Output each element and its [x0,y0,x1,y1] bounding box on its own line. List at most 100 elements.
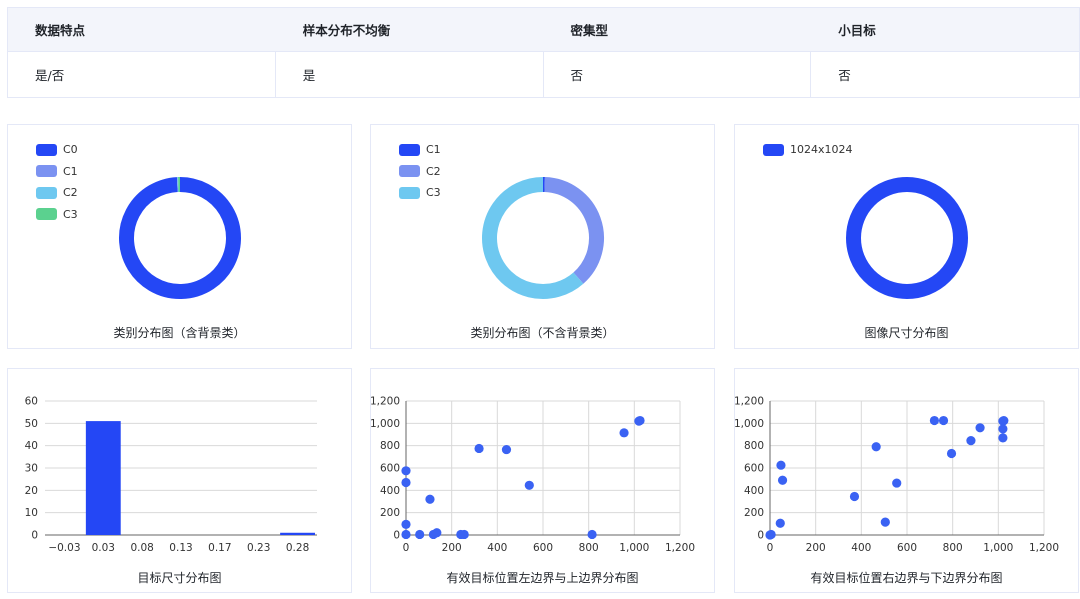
x-tick-label: −0.03 [48,542,80,554]
x-tick-label: 200 [806,542,826,554]
scatter-point[interactable] [524,480,534,490]
chart-card-class-dist-no-bg: C1 C2 C3 类别分布图（不含背景类） [370,124,715,349]
pie-slice-C0[interactable] [119,177,241,299]
x-tick-label: 400 [851,542,871,554]
table-cell: 否 [544,52,812,97]
y-tick-label: 200 [744,507,764,519]
chart-title: 类别分布图（不含背景类） [470,326,615,340]
pie-slice-C2[interactable] [544,177,604,284]
scatter-point[interactable] [775,518,785,528]
scatter-point[interactable] [401,477,411,488]
donut-chart [846,177,968,299]
scatter-point[interactable] [459,529,469,540]
x-tick-label: 0 [767,542,774,554]
scatter-point[interactable] [892,478,902,488]
scatter-point[interactable] [999,416,1009,426]
y-tick-label: 800 [380,440,400,452]
y-tick-label: 60 [25,396,38,408]
scatter-point[interactable] [401,519,411,529]
scatter-point[interactable] [871,442,881,452]
scatter-point[interactable] [587,529,597,540]
scatter-point[interactable] [777,475,788,485]
x-tick-label: 0.23 [247,542,270,554]
table-header-cell: 密集型 [570,23,609,38]
scatter-point[interactable] [880,517,890,527]
scatter-point[interactable] [766,529,776,540]
y-tick-label: 400 [380,485,400,497]
y-tick-label: 0 [393,530,400,542]
chart-title: 图像尺寸分布图 [864,326,949,340]
chart-card-target-size-dist: 0 10 20 30 40 50 60 −0.03 0.03 0.08 0.13 0.17 0.23 0.… [7,368,352,593]
y-tick-label: 1,000 [735,418,764,430]
chart-card-left-top-dist: 0 200 400 600 800 1,000 1,200 0 200 400 600 800 1,00… [370,368,715,593]
x-tick-label: 1,200 [665,542,695,554]
scatter-point[interactable] [401,529,411,540]
scatter-point[interactable] [998,433,1008,443]
scatter-point[interactable] [415,529,425,540]
y-tick-label: 1,000 [371,418,400,430]
x-tick-label: 0.03 [92,542,115,554]
table-cell: 是 [276,52,544,97]
data-feature-table: 数据特点 样本分布不均衡 密集型 小目标 是/否 是 否 否 [7,7,1080,98]
y-tick-label: 40 [25,440,38,452]
scatter-chart: 0 200 400 600 800 1,000 1,200 0 200 400 600 800 1,00… [735,396,1059,555]
scatter-point[interactable] [425,494,435,504]
scatter-point[interactable] [849,491,860,502]
x-tick-label: 0.17 [208,542,231,554]
scatter-point[interactable] [998,424,1008,434]
scatter-point[interactable] [432,528,442,538]
x-tick-label: 800 [579,542,599,554]
y-tick-label: 0 [31,530,38,542]
chart-title: 类别分布图（含背景类） [113,326,246,340]
y-tick-label: 600 [744,463,764,475]
scatter-point[interactable] [946,448,957,459]
chart-title: 有效目标位置左边界与上边界分布图 [446,571,639,585]
x-tick-label: 400 [487,542,507,554]
pie-slice-1024x1024[interactable] [846,177,968,299]
chart-title: 目标尺寸分布图 [137,571,222,585]
scatter-point[interactable] [619,428,629,438]
x-tick-label: 200 [442,542,462,554]
y-tick-label: 20 [25,485,38,497]
chart-card-image-size-dist: 1024x1024 图像尺寸分布图 [734,124,1079,349]
y-tick-label: 800 [744,440,764,452]
table-cell: 否 [838,68,851,83]
x-tick-label: 1,200 [1029,542,1059,554]
bar[interactable] [280,532,315,535]
y-tick-label: 400 [744,485,764,497]
table-header-row: 数据特点 样本分布不均衡 密集型 小目标 [8,8,1079,52]
table-row: 是/否 是 否 否 [8,52,1079,97]
y-tick-label: 10 [25,507,38,519]
x-tick-label: 0.13 [169,542,192,554]
scatter-point[interactable] [975,423,985,433]
x-tick-label: 800 [943,542,963,554]
y-tick-label: 600 [380,463,400,475]
chart-title: 有效目标位置右边界与下边界分布图 [810,571,1003,585]
x-tick-label: 1,000 [983,542,1013,554]
x-tick-label: 600 [897,542,917,554]
scatter-point[interactable] [635,415,645,426]
y-tick-label: 1,200 [735,396,764,408]
scatter-chart: 0 200 400 600 800 1,000 1,200 0 200 400 600 800 1,00… [371,396,695,555]
scatter-point[interactable] [938,415,949,426]
x-tick-label: 1,000 [619,542,649,554]
y-tick-label: 200 [380,507,400,519]
donut-chart [482,177,604,299]
table-header-cell: 样本分布不均衡 [302,23,391,38]
scatter-point[interactable] [929,415,939,426]
scatter-point[interactable] [966,436,976,446]
scatter-point[interactable] [501,444,512,455]
scatter-point[interactable] [474,443,484,454]
y-tick-label: 50 [25,418,38,430]
table-cell: 是/否 [8,52,276,97]
bar-chart: 0 10 20 30 40 50 60 −0.03 0.03 0.08 0.13 0.17 0.23 0.… [25,396,317,554]
donut-chart [119,177,241,299]
scatter-point[interactable] [401,466,411,476]
x-tick-label: 600 [533,542,553,554]
table-header-cell: 小目标 [838,23,876,38]
bar[interactable] [85,421,121,535]
scatter-point[interactable] [776,460,786,470]
chart-card-class-dist-with-bg: C0 C1 C2 C3 类别分布图（含背景类） [7,124,352,349]
pie-slice-C3[interactable] [482,177,584,299]
table-header-cell: 数据特点 [35,23,86,38]
